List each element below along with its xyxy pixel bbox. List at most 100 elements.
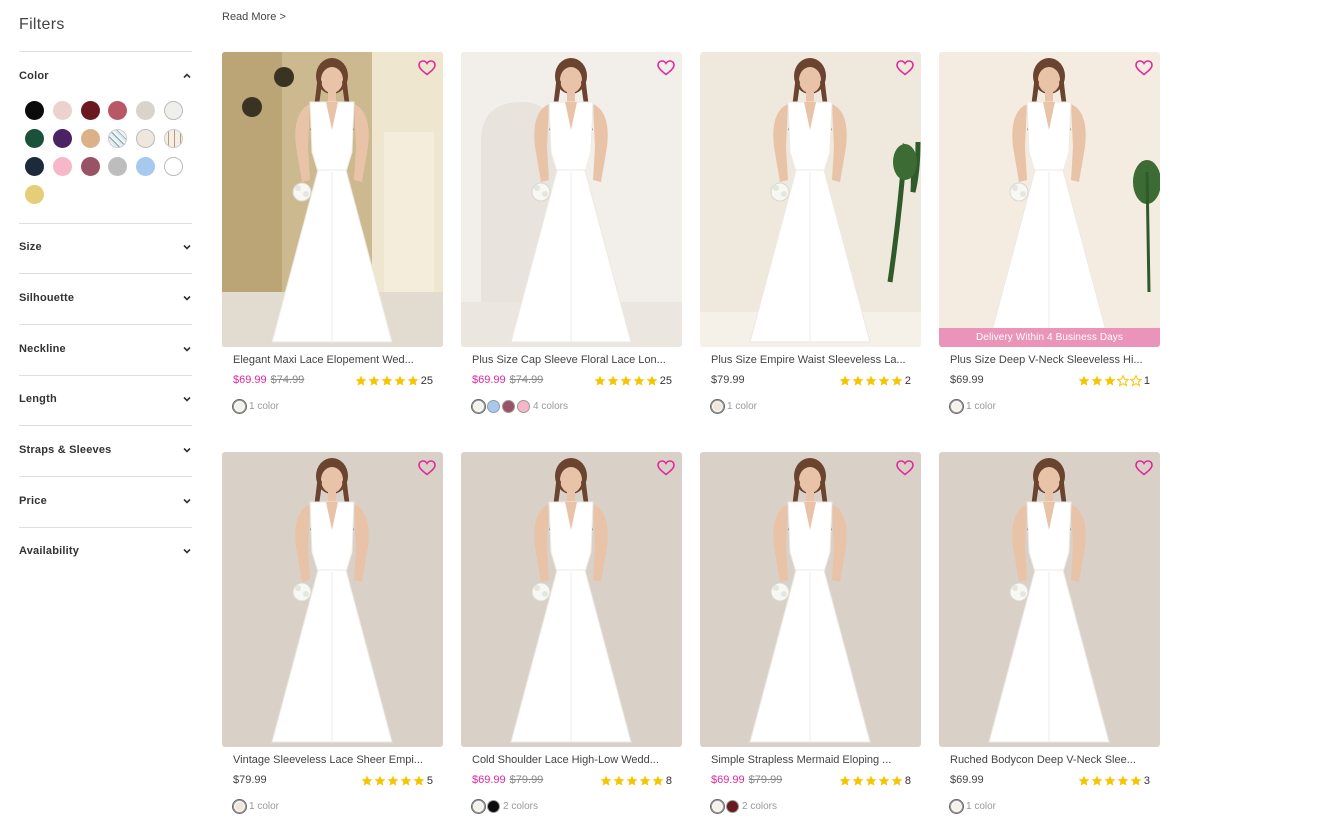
color-option-dot[interactable] bbox=[471, 798, 486, 814]
star-icon bbox=[877, 375, 890, 387]
price-row: $69.99 3 bbox=[950, 774, 1150, 788]
star-icon bbox=[851, 775, 864, 787]
product-price: $69.99 bbox=[472, 774, 506, 786]
color-swatch[interactable] bbox=[52, 157, 72, 176]
product-price: $69.99 bbox=[472, 374, 506, 386]
wishlist-heart-icon[interactable] bbox=[896, 60, 914, 76]
star-icon bbox=[864, 375, 877, 387]
color-option-dot[interactable] bbox=[710, 398, 725, 414]
color-swatch[interactable] bbox=[108, 157, 128, 176]
color-swatch[interactable] bbox=[25, 185, 44, 204]
color-option-dot[interactable] bbox=[517, 399, 530, 413]
product-price: $69.99 bbox=[711, 774, 745, 786]
filter-neckline-toggle[interactable]: Neckline bbox=[19, 339, 192, 359]
star-icon bbox=[890, 375, 903, 387]
star-icon bbox=[645, 375, 658, 387]
product-image[interactable] bbox=[700, 452, 921, 747]
wishlist-heart-icon[interactable] bbox=[418, 460, 436, 476]
price-row: $69.99 $79.99 8 bbox=[472, 774, 672, 788]
product-title[interactable]: Plus Size Deep V-Neck Sleeveless Hi... bbox=[950, 354, 1150, 366]
star-rating: 25 bbox=[593, 374, 672, 388]
star-icon bbox=[890, 775, 903, 787]
color-swatch[interactable] bbox=[164, 157, 183, 176]
product-image[interactable] bbox=[939, 452, 1160, 747]
star-icon bbox=[412, 775, 425, 787]
color-swatch[interactable] bbox=[25, 101, 44, 120]
chevron-down-icon bbox=[182, 496, 192, 506]
color-options: 2 colors bbox=[710, 798, 777, 814]
product-image[interactable] bbox=[222, 52, 443, 347]
color-swatch[interactable] bbox=[25, 157, 44, 176]
color-option-dot[interactable] bbox=[502, 399, 515, 413]
divider bbox=[19, 223, 192, 224]
product-title[interactable]: Plus Size Cap Sleeve Floral Lace Lon... bbox=[472, 354, 672, 366]
star-icon bbox=[612, 775, 625, 787]
color-option-dot[interactable] bbox=[487, 799, 500, 813]
chevron-down-icon bbox=[182, 344, 192, 354]
color-swatch[interactable] bbox=[52, 101, 72, 120]
product-image[interactable] bbox=[461, 452, 682, 747]
star-icon bbox=[838, 375, 851, 387]
star-icon bbox=[638, 775, 651, 787]
wishlist-heart-icon[interactable] bbox=[896, 460, 914, 476]
product-price: $79.99 bbox=[233, 774, 267, 786]
filter-straps-sleeves-toggle[interactable]: Straps & Sleeves bbox=[19, 440, 192, 460]
color-swatch[interactable] bbox=[136, 129, 156, 148]
color-swatch[interactable] bbox=[108, 129, 128, 148]
product-price: $79.99 bbox=[711, 374, 745, 386]
wishlist-heart-icon[interactable] bbox=[1135, 60, 1153, 76]
color-swatch[interactable] bbox=[52, 129, 72, 148]
filter-availability-toggle[interactable]: Availability bbox=[19, 541, 192, 561]
color-count: 2 colors bbox=[503, 800, 539, 812]
color-option-dot[interactable] bbox=[471, 398, 486, 414]
star-icon bbox=[1077, 375, 1090, 387]
star-rating: 8 bbox=[599, 774, 672, 788]
wishlist-heart-icon[interactable] bbox=[1135, 460, 1153, 476]
wishlist-heart-icon[interactable] bbox=[657, 460, 675, 476]
color-option-dot[interactable] bbox=[232, 798, 247, 814]
color-option-dot[interactable] bbox=[232, 398, 247, 414]
product-title[interactable]: Vintage Sleeveless Lace Sheer Empi... bbox=[233, 754, 433, 766]
product-image[interactable] bbox=[700, 52, 921, 347]
color-swatch[interactable] bbox=[136, 101, 156, 120]
filter-size-toggle[interactable]: Size bbox=[19, 237, 192, 257]
product-title[interactable]: Elegant Maxi Lace Elopement Wed... bbox=[233, 354, 433, 366]
read-more-link[interactable]: Read More > bbox=[222, 11, 286, 23]
color-option-dot[interactable] bbox=[710, 798, 725, 814]
price-row: $79.99 2 bbox=[711, 374, 911, 388]
color-swatch[interactable] bbox=[164, 101, 183, 120]
filter-length-toggle[interactable]: Length bbox=[19, 389, 192, 409]
color-option-dot[interactable] bbox=[949, 398, 964, 414]
filter-color-toggle[interactable]: Color bbox=[19, 66, 192, 86]
color-swatch[interactable] bbox=[136, 157, 156, 176]
star-icon bbox=[593, 375, 606, 387]
filter-silhouette-toggle[interactable]: Silhouette bbox=[19, 288, 192, 308]
product-image[interactable] bbox=[461, 52, 682, 347]
star-icon bbox=[651, 775, 664, 787]
filter-price-toggle[interactable]: Price bbox=[19, 491, 192, 511]
color-swatch[interactable] bbox=[80, 129, 100, 148]
wishlist-heart-icon[interactable] bbox=[418, 60, 436, 76]
color-swatch[interactable] bbox=[80, 157, 100, 176]
product-image[interactable] bbox=[222, 452, 443, 747]
product-title[interactable]: Plus Size Empire Waist Sleeveless La... bbox=[711, 354, 911, 366]
review-count: 2 bbox=[904, 375, 911, 387]
filter-color-label: Color bbox=[19, 70, 49, 82]
color-swatch[interactable] bbox=[25, 129, 44, 148]
product-title[interactable]: Cold Shoulder Lace High-Low Wedd... bbox=[472, 754, 672, 766]
product-title[interactable]: Simple Strapless Mermaid Eloping ... bbox=[711, 754, 911, 766]
color-option-dot[interactable] bbox=[487, 399, 500, 413]
color-swatch[interactable] bbox=[80, 101, 100, 120]
star-rating: 5 bbox=[360, 774, 433, 788]
product-title[interactable]: Ruched Bodycon Deep V-Neck Slee... bbox=[950, 754, 1150, 766]
filter-section-label: Neckline bbox=[19, 343, 66, 355]
wishlist-heart-icon[interactable] bbox=[657, 60, 675, 76]
color-swatch[interactable] bbox=[108, 101, 128, 120]
color-swatch[interactable] bbox=[164, 129, 183, 148]
color-option-dot[interactable] bbox=[726, 799, 739, 813]
product-image[interactable]: Delivery Within 4 Business Days bbox=[939, 52, 1160, 347]
star-icon bbox=[599, 775, 612, 787]
color-option-dot[interactable] bbox=[949, 798, 964, 814]
star-icon bbox=[1090, 375, 1103, 387]
star-icon bbox=[1129, 375, 1142, 387]
